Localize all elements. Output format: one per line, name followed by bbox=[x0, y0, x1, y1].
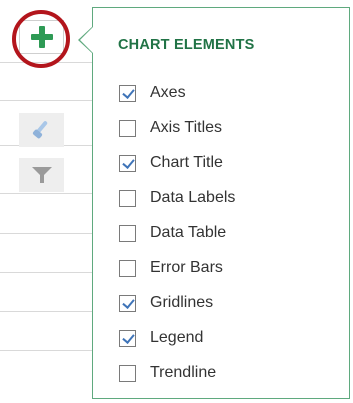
brush-icon bbox=[32, 120, 52, 140]
option-label: Axis Titles bbox=[150, 119, 223, 136]
option-error-bars[interactable]: Error Bars bbox=[119, 255, 223, 281]
flyout-pointer-fill bbox=[80, 27, 93, 53]
option-chart-title[interactable]: Chart Title bbox=[119, 150, 223, 176]
filter-icon-stem bbox=[40, 175, 44, 183]
row-divider bbox=[0, 193, 100, 194]
row-divider bbox=[0, 311, 100, 312]
chart-title-checkbox[interactable] bbox=[119, 154, 136, 172]
option-legend[interactable]: Legend bbox=[119, 325, 203, 351]
trendline-checkbox[interactable] bbox=[119, 364, 136, 382]
option-label: Trendline bbox=[150, 364, 217, 381]
option-data-table[interactable]: Data Table bbox=[119, 220, 226, 246]
data-table-checkbox[interactable] bbox=[119, 224, 136, 242]
highlight-circle bbox=[12, 10, 70, 68]
option-label: Gridlines bbox=[150, 294, 214, 311]
option-trendline[interactable]: Trendline bbox=[119, 360, 216, 386]
chart-elements-flyout: CHART ELEMENTS Axes Axis Titles Chart Ti… bbox=[92, 7, 350, 399]
axis-titles-checkbox[interactable] bbox=[119, 119, 136, 137]
option-label: Error Bars bbox=[150, 259, 223, 276]
chart-filters-button[interactable] bbox=[19, 158, 64, 192]
axes-checkbox[interactable] bbox=[119, 84, 136, 102]
flyout-title: CHART ELEMENTS bbox=[118, 37, 255, 53]
gridlines-checkbox[interactable] bbox=[119, 294, 136, 312]
checkmark-icon bbox=[122, 295, 135, 309]
row-divider bbox=[0, 100, 100, 101]
option-data-labels[interactable]: Data Labels bbox=[119, 185, 235, 211]
option-label: Legend bbox=[150, 329, 204, 346]
data-labels-checkbox[interactable] bbox=[119, 189, 136, 207]
option-label: Data Labels bbox=[150, 189, 236, 206]
option-axes[interactable]: Axes bbox=[119, 80, 186, 106]
row-divider bbox=[0, 350, 100, 351]
option-label: Data Table bbox=[150, 224, 227, 241]
option-label: Axes bbox=[150, 84, 186, 101]
option-gridlines[interactable]: Gridlines bbox=[119, 290, 213, 316]
checkmark-icon bbox=[122, 85, 135, 99]
checkmark-icon bbox=[122, 330, 135, 344]
row-divider bbox=[0, 233, 100, 234]
error-bars-checkbox[interactable] bbox=[119, 259, 136, 277]
chart-styles-button[interactable] bbox=[19, 113, 64, 147]
checkmark-icon bbox=[122, 155, 135, 169]
legend-checkbox[interactable] bbox=[119, 329, 136, 347]
row-divider bbox=[0, 272, 100, 273]
option-axis-titles[interactable]: Axis Titles bbox=[119, 115, 222, 141]
option-label: Chart Title bbox=[150, 154, 223, 171]
